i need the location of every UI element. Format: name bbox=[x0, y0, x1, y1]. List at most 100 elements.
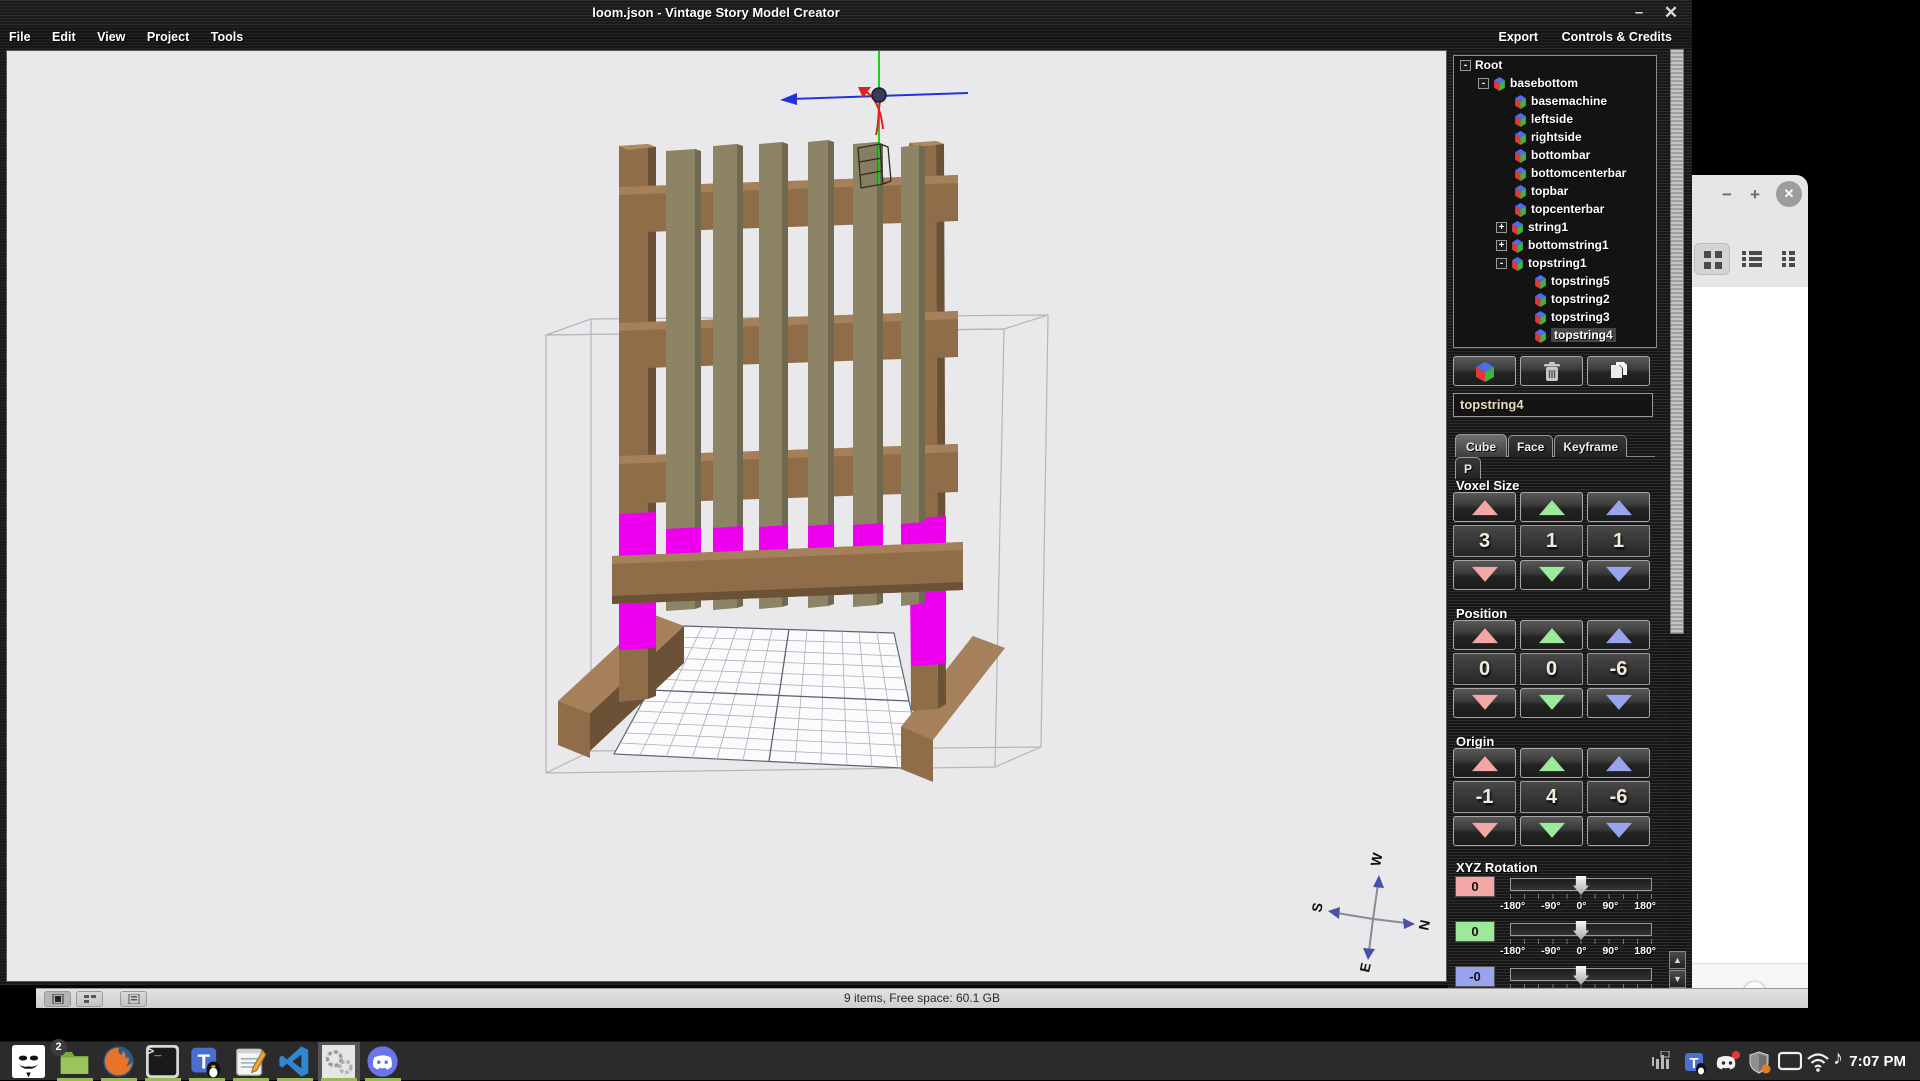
compact-view-button[interactable] bbox=[1774, 243, 1810, 275]
scroll-up-button[interactable]: ▲ bbox=[1669, 951, 1686, 969]
voxel-y-increase-button[interactable] bbox=[1520, 492, 1583, 522]
menu-export[interactable]: Export bbox=[1488, 27, 1548, 47]
fm-close-button[interactable]: ✕ bbox=[1776, 181, 1802, 207]
taskbar-discord[interactable] bbox=[362, 1042, 404, 1081]
taskbar-terminal[interactable]: >_ bbox=[142, 1042, 184, 1081]
minimize-button[interactable]: – bbox=[1626, 2, 1652, 24]
tree-item-string1[interactable]: +string1 bbox=[1454, 218, 1656, 236]
tray-shield-icon[interactable] bbox=[1748, 1051, 1772, 1080]
position-y-value[interactable]: 0 bbox=[1520, 653, 1583, 685]
tree-item-bottomcenterbar[interactable]: bottomcenterbar bbox=[1454, 164, 1656, 182]
tray-tux-icon[interactable]: T bbox=[1684, 1051, 1708, 1080]
position-z-increase-button[interactable] bbox=[1587, 620, 1650, 650]
position-z-value[interactable]: -6 bbox=[1587, 653, 1650, 685]
tray-display-icon[interactable] bbox=[1778, 1051, 1802, 1078]
voxel-y-value[interactable]: 1 bbox=[1520, 525, 1583, 557]
tray-stats-icon[interactable] bbox=[1652, 1051, 1674, 1076]
scroll-down-button[interactable]: ▼ bbox=[1669, 970, 1686, 988]
tree-item-basemachine[interactable]: basemachine bbox=[1454, 92, 1656, 110]
fm-maximize-button[interactable]: + bbox=[1750, 185, 1760, 205]
voxel-z-value[interactable]: 1 bbox=[1587, 525, 1650, 557]
add-cube-button[interactable] bbox=[1453, 356, 1516, 386]
expand-icon[interactable]: + bbox=[1496, 240, 1507, 251]
tray-discord-icon[interactable] bbox=[1714, 1051, 1740, 1080]
clock[interactable]: 7:07 PM bbox=[1849, 1053, 1906, 1070]
position-x-increase-button[interactable] bbox=[1453, 620, 1516, 650]
voxel-y-decrease-button[interactable] bbox=[1520, 560, 1583, 590]
slider-thumb[interactable] bbox=[1573, 966, 1589, 985]
rotation-x-slider[interactable] bbox=[1510, 878, 1652, 891]
tree-item-topcenterbar[interactable]: topcenterbar bbox=[1454, 200, 1656, 218]
voxel-x-increase-button[interactable] bbox=[1453, 492, 1516, 522]
position-x-value[interactable]: 0 bbox=[1453, 653, 1516, 685]
voxel-z-increase-button[interactable] bbox=[1587, 492, 1650, 522]
list-view-button[interactable] bbox=[1734, 243, 1770, 275]
start-menu-button[interactable] bbox=[8, 1042, 50, 1081]
element-name-input[interactable]: topstring4 bbox=[1453, 393, 1653, 417]
tab-cube[interactable]: Cube bbox=[1455, 434, 1507, 457]
fm-minimize-button[interactable]: − bbox=[1722, 185, 1732, 205]
position-z-decrease-button[interactable] bbox=[1587, 688, 1650, 718]
position-y-decrease-button[interactable] bbox=[1520, 688, 1583, 718]
tree-item-topbar[interactable]: topbar bbox=[1454, 182, 1656, 200]
collapse-icon[interactable]: - bbox=[1478, 78, 1489, 89]
menu-controls-credits[interactable]: Controls & Credits bbox=[1552, 27, 1682, 47]
position-x-decrease-button[interactable] bbox=[1453, 688, 1516, 718]
menu-edit[interactable]: Edit bbox=[43, 27, 85, 47]
menu-project[interactable]: Project bbox=[138, 27, 198, 47]
tree-item-topstring5[interactable]: topstring5 bbox=[1454, 272, 1656, 290]
origin-x-decrease-button[interactable] bbox=[1453, 816, 1516, 846]
grid-view-button[interactable] bbox=[1694, 243, 1730, 275]
origin-z-increase-button[interactable] bbox=[1587, 748, 1650, 778]
menu-view[interactable]: View bbox=[88, 27, 134, 47]
panel-scrollbar[interactable]: ▲ ▼ bbox=[1669, 48, 1686, 988]
tree-item-leftside[interactable]: leftside bbox=[1454, 110, 1656, 128]
expand-icon[interactable]: + bbox=[1496, 222, 1507, 233]
taskbar-file-manager[interactable]: 2 bbox=[54, 1042, 96, 1081]
duplicate-button[interactable] bbox=[1587, 356, 1650, 386]
collapse-icon[interactable]: - bbox=[1460, 60, 1471, 71]
menu-file[interactable]: File bbox=[0, 27, 40, 47]
taskbar-text-editor[interactable] bbox=[230, 1042, 272, 1081]
tab-keyframe[interactable]: Keyframe bbox=[1554, 435, 1627, 457]
origin-x-increase-button[interactable] bbox=[1453, 748, 1516, 778]
tray-music-icon[interactable]: ♪ bbox=[1833, 1047, 1843, 1070]
collapse-icon[interactable]: - bbox=[1496, 258, 1507, 269]
taskbar-firefox[interactable] bbox=[98, 1042, 140, 1081]
3d-viewport[interactable]: W S N E bbox=[6, 50, 1447, 982]
scrollbar-thumb[interactable] bbox=[1670, 49, 1684, 634]
taskbar-model-creator-active[interactable] bbox=[318, 1042, 360, 1081]
position-y-increase-button[interactable] bbox=[1520, 620, 1583, 650]
voxel-x-decrease-button[interactable] bbox=[1453, 560, 1516, 590]
tab-face[interactable]: Face bbox=[1508, 435, 1553, 457]
tray-wifi-icon[interactable] bbox=[1806, 1051, 1830, 1078]
tree-item-topstring2[interactable]: topstring2 bbox=[1454, 290, 1656, 308]
tree-item-basebottom[interactable]: -basebottom bbox=[1454, 74, 1656, 92]
taskbar-tux-app[interactable]: T bbox=[186, 1042, 228, 1081]
voxel-z-decrease-button[interactable] bbox=[1587, 560, 1650, 590]
tree-item-topstring4[interactable]: topstring4 bbox=[1454, 326, 1656, 344]
tree-item-topstring3[interactable]: topstring3 bbox=[1454, 308, 1656, 326]
menu-tools[interactable]: Tools bbox=[202, 27, 252, 47]
rotation-x-value[interactable]: 0 bbox=[1455, 876, 1495, 897]
tree-item-bottombar[interactable]: bottombar bbox=[1454, 146, 1656, 164]
close-button[interactable]: ✕ bbox=[1658, 2, 1684, 24]
tree-item-root[interactable]: -Root bbox=[1454, 56, 1656, 74]
origin-z-value[interactable]: -6 bbox=[1587, 781, 1650, 813]
origin-z-decrease-button[interactable] bbox=[1587, 816, 1650, 846]
origin-x-value[interactable]: -1 bbox=[1453, 781, 1516, 813]
tree-item-bottomstring1[interactable]: +bottomstring1 bbox=[1454, 236, 1656, 254]
slider-thumb[interactable] bbox=[1573, 876, 1589, 895]
origin-y-increase-button[interactable] bbox=[1520, 748, 1583, 778]
taskbar-vscode[interactable] bbox=[274, 1042, 316, 1081]
origin-y-value[interactable]: 4 bbox=[1520, 781, 1583, 813]
tab-p[interactable]: P bbox=[1455, 457, 1481, 479]
tree-item-rightside[interactable]: rightside bbox=[1454, 128, 1656, 146]
rotation-y-value[interactable]: 0 bbox=[1455, 921, 1495, 942]
origin-y-decrease-button[interactable] bbox=[1520, 816, 1583, 846]
delete-button[interactable] bbox=[1520, 356, 1583, 386]
tree-item-topstring1[interactable]: -topstring1 bbox=[1454, 254, 1656, 272]
rotation-z-slider[interactable] bbox=[1510, 968, 1652, 981]
rotation-z-value[interactable]: -0 bbox=[1455, 966, 1495, 987]
slider-thumb[interactable] bbox=[1573, 921, 1589, 940]
